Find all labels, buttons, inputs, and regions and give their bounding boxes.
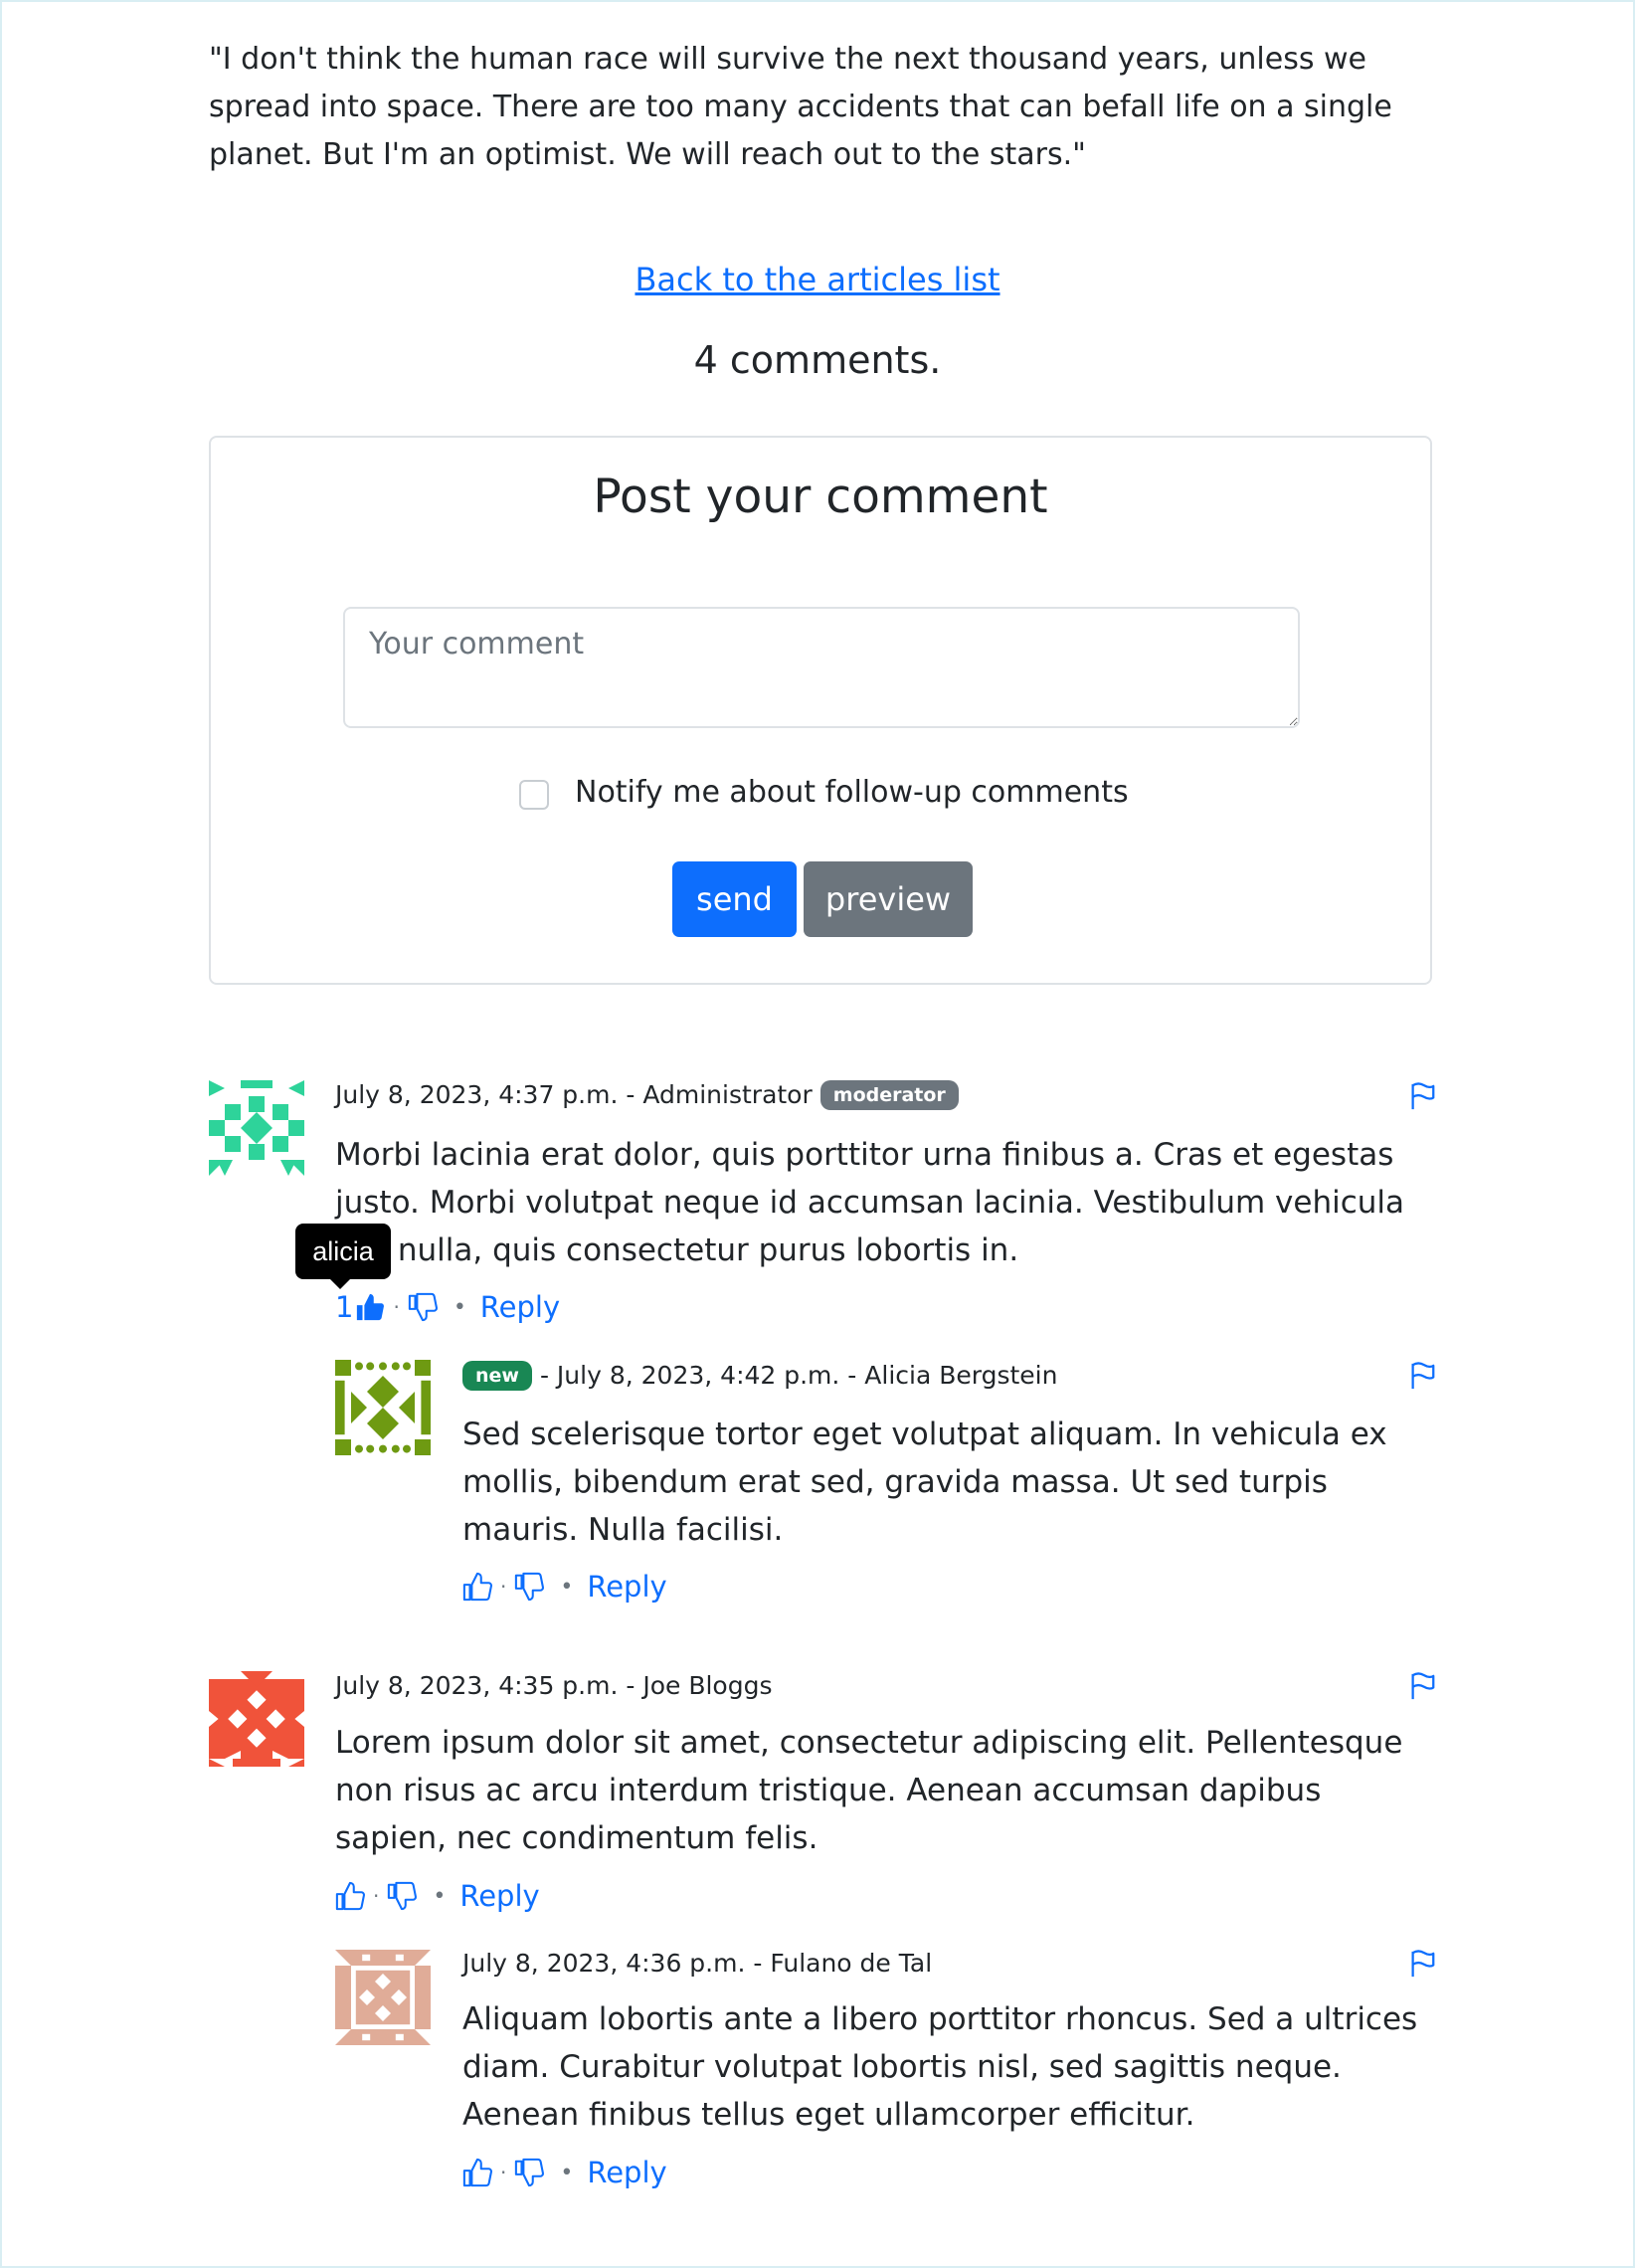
comment-meta: July 8, 2023, 4:37 p.m. - Administrator … bbox=[335, 1078, 959, 1112]
comment-form: Post your comment Notify me about follow… bbox=[209, 436, 1432, 985]
avatar bbox=[209, 1080, 304, 1176]
like-count: 1 bbox=[335, 1290, 354, 1324]
thumbs-up-icon[interactable] bbox=[462, 1572, 492, 1602]
comment-meta-text: - July 8, 2023, 4:42 p.m. - Alicia Bergs… bbox=[539, 1361, 1058, 1390]
comment-body: Morbi lacinia erat dolor, quis porttitor… bbox=[335, 1137, 1405, 1268]
comment-actions: · • Reply bbox=[462, 2153, 667, 2192]
notify-checkbox[interactable] bbox=[519, 780, 549, 810]
comment-meta: July 8, 2023, 4:36 p.m. - Fulano de Tal bbox=[462, 1947, 932, 1981]
form-title: Post your comment bbox=[593, 470, 1048, 524]
send-button[interactable]: send bbox=[672, 861, 797, 937]
comment-meta-text: July 8, 2023, 4:37 p.m. - Administrator bbox=[335, 1080, 813, 1109]
avatar bbox=[335, 1950, 431, 2045]
comment-actions: · • Reply bbox=[335, 1876, 540, 1916]
thumbs-down-icon[interactable] bbox=[514, 2158, 545, 2187]
article-quote: "I don't think the human race will survi… bbox=[209, 42, 1392, 172]
separator-dot: • bbox=[560, 2160, 574, 2185]
thumbs-up-filled-icon[interactable] bbox=[355, 1292, 385, 1322]
moderator-badge: moderator bbox=[819, 1080, 959, 1110]
comment-body: Sed scelerisque tortor eget volutpat ali… bbox=[462, 1417, 1387, 1548]
comment-textarea[interactable] bbox=[343, 607, 1300, 728]
notify-label: Notify me about follow-up comments bbox=[575, 774, 1129, 810]
comment-actions: 1 · • Reply bbox=[335, 1287, 560, 1327]
comment-meta: new - July 8, 2023, 4:42 p.m. - Alicia B… bbox=[462, 1359, 1057, 1393]
new-badge: new bbox=[462, 1361, 532, 1391]
comment-body: Aliquam lobortis ante a libero porttitor… bbox=[462, 2001, 1418, 2133]
flag-icon[interactable] bbox=[1407, 1670, 1437, 1702]
separator-dot: • bbox=[453, 1294, 466, 1320]
notify-row: Notify me about follow-up comments bbox=[519, 770, 1129, 814]
thumbs-down-icon[interactable] bbox=[408, 1292, 438, 1322]
separator: · bbox=[373, 1884, 380, 1908]
thumbs-down-icon[interactable] bbox=[514, 1572, 545, 1602]
comment-actions: · • Reply bbox=[462, 1567, 667, 1606]
tooltip-arrow bbox=[330, 1279, 350, 1289]
separator: · bbox=[500, 1575, 507, 1599]
preview-button[interactable]: preview bbox=[804, 861, 973, 937]
comment-count: 4 comments. bbox=[693, 338, 942, 382]
reply-link[interactable]: Reply bbox=[587, 1570, 666, 1604]
separator: · bbox=[393, 1295, 400, 1319]
flag-icon[interactable] bbox=[1407, 1948, 1437, 1980]
thumbs-up-icon[interactable] bbox=[335, 1881, 365, 1911]
comment-meta: July 8, 2023, 4:35 p.m. - Joe Bloggs bbox=[335, 1669, 773, 1703]
reply-link[interactable]: Reply bbox=[587, 2156, 666, 2189]
like-tooltip: alicia bbox=[295, 1224, 391, 1279]
avatar bbox=[335, 1360, 431, 1455]
separator-dot: • bbox=[560, 1574, 574, 1600]
reply-link[interactable]: Reply bbox=[480, 1290, 560, 1324]
avatar bbox=[209, 1671, 304, 1767]
back-to-articles-link[interactable]: Back to the articles list bbox=[0, 261, 1635, 298]
comment-body: Lorem ipsum dolor sit amet, consectetur … bbox=[335, 1725, 1403, 1856]
flag-icon[interactable] bbox=[1407, 1360, 1437, 1392]
comment-meta-text: July 8, 2023, 4:36 p.m. - Fulano de Tal bbox=[462, 1949, 933, 1978]
thumbs-down-icon[interactable] bbox=[387, 1881, 418, 1911]
separator-dot: • bbox=[433, 1883, 447, 1909]
reply-link[interactable]: Reply bbox=[459, 1879, 539, 1913]
comment-meta-text: July 8, 2023, 4:35 p.m. - Joe Bloggs bbox=[335, 1671, 773, 1700]
thumbs-up-icon[interactable] bbox=[462, 2158, 492, 2187]
separator: · bbox=[500, 2161, 507, 2184]
flag-icon[interactable] bbox=[1407, 1080, 1437, 1112]
